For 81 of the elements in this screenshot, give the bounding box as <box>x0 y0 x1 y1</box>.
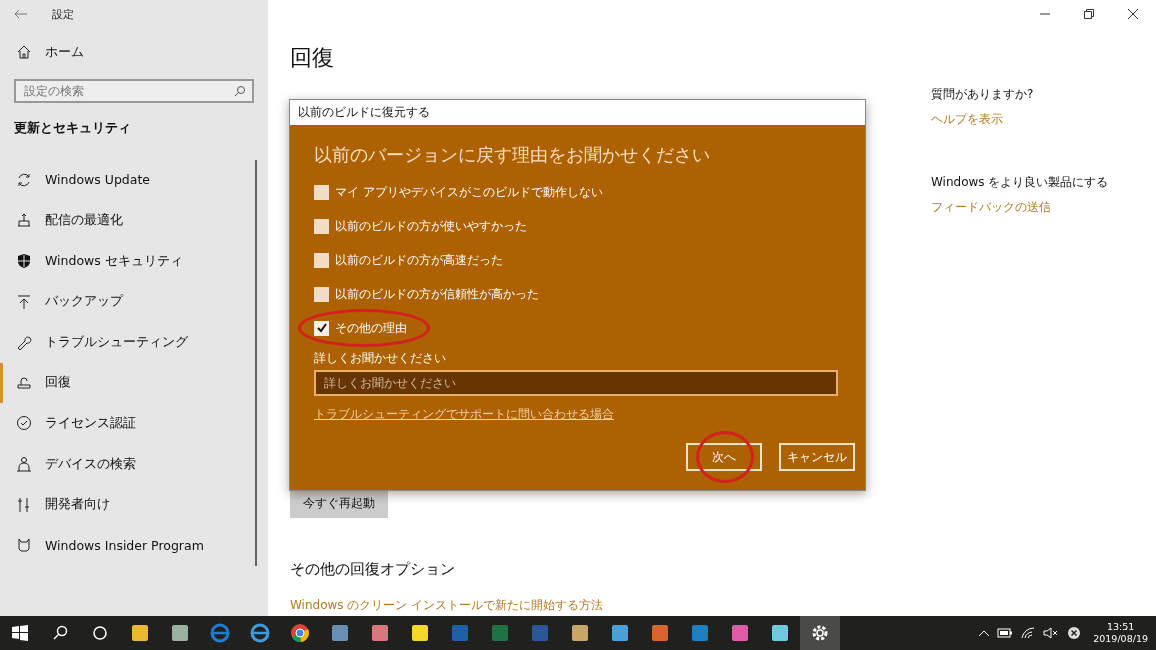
app-icon <box>610 623 630 643</box>
person-icon <box>16 456 32 473</box>
help-link[interactable]: フィードバックの送信 <box>931 199 1156 216</box>
section-heading: その他の回復オプション <box>290 560 455 579</box>
home-link[interactable]: ホーム <box>0 32 268 73</box>
app-icon <box>770 623 790 643</box>
dialog-button[interactable]: 次へ <box>686 443 762 471</box>
sidebar-item[interactable]: Windows Update <box>0 159 255 201</box>
app-icon <box>450 623 470 643</box>
section-heading: 更新とセキュリティ <box>13 118 132 137</box>
app-icon <box>490 623 510 643</box>
dialog-heading: 以前のバージョンに戻す理由をお聞かせください <box>314 143 711 167</box>
home-icon <box>16 44 32 61</box>
app-icon <box>530 623 550 643</box>
check-circle-icon <box>16 415 32 432</box>
app-icon <box>370 623 390 643</box>
checkbox-label[interactable]: 以前のビルドの方が高速だった <box>335 251 503 269</box>
app-icon <box>730 623 750 643</box>
tray-icon <box>16 212 32 229</box>
dialog-button[interactable]: キャンセル <box>779 443 855 471</box>
clock[interactable]: 13:51 2019/08/19 <box>1085 620 1156 646</box>
app-icon <box>690 623 710 643</box>
clean-install-link[interactable]: Windows のクリーン インストールで新たに開始する方法 <box>290 597 604 614</box>
search-icon[interactable] <box>52 625 68 641</box>
sidebar-item[interactable]: 配信の最適化 <box>0 200 255 241</box>
sidebar-item[interactable]: ライセンス認証 <box>0 403 255 444</box>
upload-arrow-icon <box>16 293 32 310</box>
sidebar-item[interactable]: Windows セキュリティ <box>0 240 255 282</box>
checkbox-label[interactable]: その他の理由 <box>335 319 407 337</box>
taskbar-app[interactable] <box>800 616 840 650</box>
wrench-icon <box>16 334 32 351</box>
checkbox-label[interactable]: 以前のビルドの方が信頼性が高かった <box>335 285 539 303</box>
checkbox[interactable] <box>314 320 329 336</box>
sidebar-item[interactable]: Windows Insider Program <box>0 524 255 566</box>
wifi-icon[interactable] <box>1021 627 1036 639</box>
cat-icon <box>16 537 32 554</box>
restart-button[interactable]: 今すぐ再起動 <box>290 489 388 518</box>
sidebar-item[interactable]: 回復 <box>0 362 255 404</box>
close-icon[interactable] <box>1128 9 1138 19</box>
sidebar-item[interactable]: トラブルシューティング <box>0 321 255 363</box>
windows-logo-icon[interactable] <box>12 625 28 641</box>
app-icon <box>410 623 430 643</box>
checkbox[interactable] <box>314 184 329 200</box>
chevron-up-icon[interactable] <box>979 630 990 636</box>
checkbox[interactable] <box>314 286 329 302</box>
app-icon <box>650 623 670 643</box>
checkbox-label[interactable]: 以前のビルドの方が使いやすかった <box>335 217 527 235</box>
app-icon <box>130 623 150 643</box>
window-title: 設定 <box>52 6 74 22</box>
app-icon <box>290 623 310 643</box>
search-field[interactable]: 設定の検索 <box>14 78 254 103</box>
back-arrow-icon[interactable] <box>14 9 28 19</box>
app-icon <box>170 623 190 643</box>
shield-icon <box>16 253 32 270</box>
search-icon <box>234 84 246 97</box>
restore-icon[interactable] <box>1084 9 1094 19</box>
battery-icon[interactable] <box>997 628 1014 638</box>
sidebar-item[interactable]: デバイスの検索 <box>0 443 255 485</box>
page-title: 回復 <box>290 44 334 72</box>
app-icon <box>570 623 590 643</box>
browser-icon <box>210 623 230 643</box>
gear-icon <box>810 623 830 643</box>
checkbox[interactable] <box>314 218 329 234</box>
task-view-icon[interactable] <box>92 625 108 641</box>
field-label: 詳しくお聞かせください <box>314 350 447 367</box>
help-link[interactable]: ヘルプを表示 <box>931 111 1156 128</box>
sidebar-item[interactable]: バックアップ <box>0 281 255 322</box>
browser-icon <box>250 623 270 643</box>
tools-icon <box>16 496 32 513</box>
dialog-title: 以前のビルドに復元する <box>290 100 865 125</box>
help-heading: 質問がありますか? <box>931 86 1035 103</box>
checkbox[interactable] <box>314 252 329 268</box>
recovery-icon <box>16 374 32 391</box>
app-icon <box>330 623 350 643</box>
checkbox-label[interactable]: マイ アプリやデバイスがこのビルドで動作しない <box>335 183 603 201</box>
notification-icon[interactable] <box>1067 626 1082 640</box>
details-field[interactable]: 詳しくお聞かせください <box>314 370 838 396</box>
speaker-muted-icon[interactable] <box>1043 627 1060 639</box>
refresh-icon <box>16 171 32 188</box>
sidebar-item[interactable]: 開発者向け <box>0 484 255 525</box>
help-heading: Windows をより良い製品にする <box>931 174 1110 191</box>
